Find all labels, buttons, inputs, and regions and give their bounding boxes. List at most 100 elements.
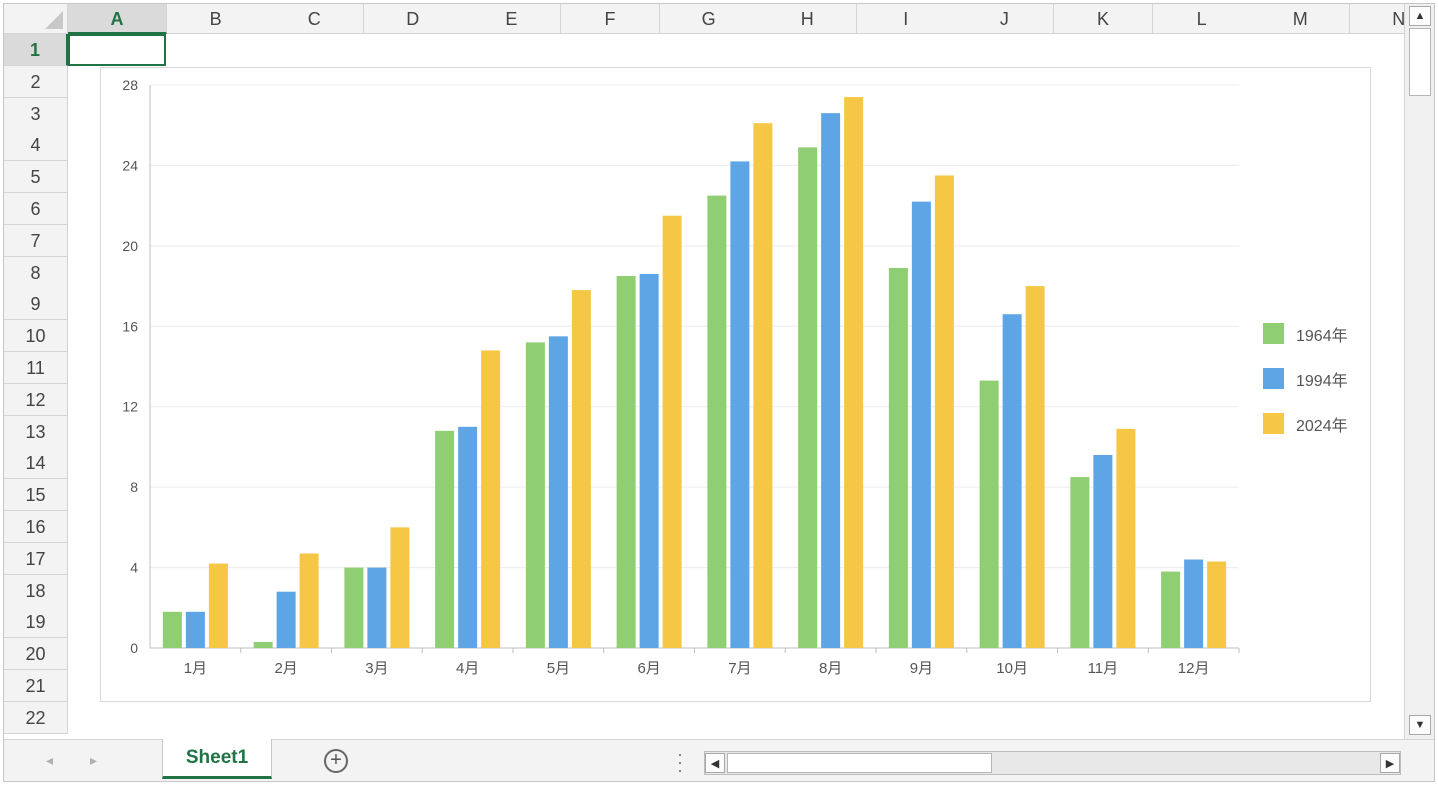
- horizontal-scroll-thumb[interactable]: [727, 753, 992, 773]
- horizontal-scrollbar[interactable]: ◀ ▶: [704, 751, 1401, 775]
- bar: [1093, 454, 1113, 648]
- row-header-12[interactable]: 12: [4, 383, 68, 416]
- row-header-14[interactable]: 14: [4, 447, 68, 480]
- row-header-8[interactable]: 8: [4, 256, 68, 289]
- bar: [1161, 571, 1181, 648]
- y-tick-label: 24: [122, 157, 138, 173]
- x-category-label: 5月: [547, 660, 570, 677]
- column-header-d[interactable]: D: [363, 4, 463, 34]
- row-header-1[interactable]: 1: [4, 34, 68, 66]
- row-header-13[interactable]: 13: [4, 415, 68, 448]
- x-category-label: 1月: [184, 660, 207, 677]
- column-header-k[interactable]: K: [1054, 4, 1153, 34]
- bar: [821, 113, 841, 648]
- y-tick-label: 4: [130, 560, 138, 576]
- bar: [934, 175, 954, 648]
- select-all-corner[interactable]: [4, 4, 68, 34]
- scroll-up-icon[interactable]: ▲: [1409, 6, 1431, 26]
- bar: [707, 195, 727, 648]
- column-header-a[interactable]: A: [68, 4, 167, 34]
- x-category-label: 8月: [819, 660, 842, 677]
- scroll-left-icon[interactable]: ◀: [705, 753, 725, 773]
- scroll-right-icon[interactable]: ▶: [1380, 753, 1400, 773]
- bar: [888, 267, 908, 648]
- scroll-down-icon[interactable]: ▼: [1409, 715, 1431, 735]
- sheet-tab-bar: ◂ ▸ Sheet1 + · · · ◀ ▶: [4, 739, 1434, 781]
- column-header-m[interactable]: M: [1251, 4, 1351, 34]
- column-header-b[interactable]: B: [166, 4, 266, 34]
- spreadsheet-window: ABCDEFGHIJKLMN 1 2 3 4 5 6 7 8 9 10 11 12 13 14 15 16 17…: [3, 3, 1435, 782]
- x-category-label: 6月: [637, 660, 660, 677]
- next-sheet-icon[interactable]: ▸: [90, 752, 97, 769]
- x-category-label: 4月: [456, 660, 479, 677]
- sheet-tab-sheet1[interactable]: Sheet1: [162, 739, 272, 779]
- row-header-11[interactable]: 11: [4, 352, 68, 384]
- bar: [1184, 559, 1204, 648]
- column-header-c[interactable]: C: [265, 4, 365, 34]
- row-header-16[interactable]: 16: [4, 511, 68, 543]
- column-header-i[interactable]: I: [856, 4, 956, 34]
- column-header-h[interactable]: H: [758, 4, 858, 34]
- x-category-label: 7月: [728, 660, 751, 677]
- row-header-2[interactable]: 2: [4, 65, 68, 98]
- bar: [1025, 286, 1045, 648]
- row-header-4[interactable]: 4: [4, 129, 68, 162]
- bar: [185, 611, 205, 648]
- legend-label: 1964年: [1296, 328, 1348, 345]
- column-header-j[interactable]: J: [955, 4, 1055, 34]
- vertical-scroll-thumb[interactable]: [1409, 28, 1431, 96]
- bar: [1070, 477, 1090, 648]
- column-header-l[interactable]: L: [1152, 4, 1252, 34]
- bar: [344, 567, 364, 648]
- row-header-18[interactable]: 18: [4, 574, 68, 607]
- x-category-label: 9月: [910, 660, 933, 677]
- column-header-f[interactable]: F: [561, 4, 660, 34]
- x-category-label: 12月: [1178, 660, 1210, 677]
- row-header-19[interactable]: 19: [4, 606, 68, 639]
- row-header-10[interactable]: 10: [4, 320, 68, 353]
- column-header-g[interactable]: G: [659, 4, 759, 34]
- row-header-17[interactable]: 17: [4, 542, 68, 575]
- bar: [753, 123, 773, 649]
- row-header-5[interactable]: 5: [4, 161, 68, 194]
- tab-split-handle-icon[interactable]: · · ·: [677, 745, 683, 779]
- chart-area[interactable]: 0 4 8 12 16 20 24 28 1月 2月 3月 4月 5月 6月 7月 8月 9月 10月 11月 12月…: [100, 67, 1371, 702]
- row-header-9[interactable]: 9: [4, 288, 68, 321]
- bar: [367, 567, 387, 648]
- active-cell-a1[interactable]: [68, 34, 166, 66]
- plus-circle-icon[interactable]: +: [324, 749, 348, 773]
- bar-chart: 0 4 8 12 16 20 24 28 1月 2月 3月 4月 5月 6月 7月 8月 9月 10月 11月 12月: [122, 77, 1240, 677]
- row-header-15[interactable]: 15: [4, 479, 68, 512]
- legend-swatch: [1263, 413, 1284, 434]
- y-tick-label: 8: [130, 479, 138, 495]
- select-all-triangle-icon: [45, 11, 63, 29]
- bar: [1116, 428, 1136, 648]
- x-category-label: 3月: [365, 660, 388, 677]
- bar: [276, 591, 296, 648]
- legend-swatch: [1263, 368, 1284, 389]
- y-tick-label: 20: [122, 238, 138, 254]
- bar: [481, 350, 501, 648]
- bar: [525, 342, 545, 648]
- legend-label: 2024年: [1296, 418, 1348, 435]
- vertical-scrollbar[interactable]: ▲ ▼: [1404, 4, 1434, 739]
- row-header-22[interactable]: 22: [4, 701, 68, 734]
- bar: [548, 336, 568, 648]
- row-header-7[interactable]: 7: [4, 224, 68, 257]
- y-tick-label: 12: [122, 399, 138, 415]
- bar: [639, 274, 659, 648]
- legend-label: 1994年: [1296, 373, 1348, 390]
- x-category-label: 2月: [274, 660, 297, 677]
- bar: [911, 201, 931, 648]
- bar: [299, 553, 319, 648]
- row-header-20[interactable]: 20: [4, 638, 68, 671]
- bar: [208, 563, 228, 648]
- bar: [253, 641, 273, 648]
- row-header-3[interactable]: 3: [4, 97, 68, 130]
- bar: [571, 290, 591, 648]
- row-header-6[interactable]: 6: [4, 193, 68, 225]
- column-header-e[interactable]: E: [462, 4, 562, 34]
- prev-sheet-icon[interactable]: ◂: [46, 752, 53, 769]
- bar: [1207, 561, 1227, 648]
- row-header-21[interactable]: 21: [4, 670, 68, 702]
